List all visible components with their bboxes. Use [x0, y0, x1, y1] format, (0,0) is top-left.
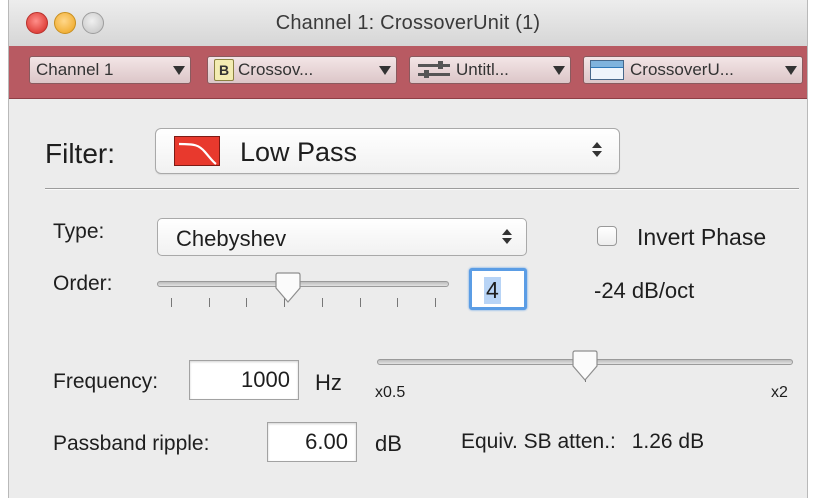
preset-popup-label: Untitl... — [456, 60, 509, 79]
plugin-window: Channel 1: CrossoverUnit (1) Channel 1 B… — [8, 0, 808, 498]
filter-value: Low Pass — [240, 137, 358, 167]
slope-readout: -24 dB/oct — [594, 278, 695, 303]
low-pass-curve-icon — [174, 136, 220, 166]
order-field[interactable]: 4 — [469, 268, 527, 310]
type-label: Type: — [53, 220, 105, 243]
frequency-unit: Hz — [315, 370, 342, 395]
stopband-atten-label: Equiv. SB atten.: 1.26 dB — [461, 430, 704, 454]
passband-ripple-label: Passband ripple: — [53, 432, 210, 455]
plugin-popup-label: Crossov... — [238, 60, 314, 79]
type-value: Chebyshev — [176, 226, 287, 251]
chevron-down-icon — [173, 66, 185, 75]
filter-popup[interactable]: Low Pass — [155, 128, 620, 174]
order-slider-tick — [171, 298, 172, 307]
order-slider-tick — [321, 298, 323, 307]
plugin-badge-icon: B — [214, 59, 234, 81]
preset-popup[interactable]: Untitl... — [409, 56, 571, 84]
order-slider-tick — [435, 298, 436, 307]
chevron-down-icon — [785, 66, 797, 75]
view-popup-label: CrossoverU... — [630, 60, 734, 79]
stopband-atten-caption: Equiv. SB atten.: — [461, 430, 616, 453]
stopband-atten-value: 1.26 dB — [631, 430, 705, 453]
updown-arrows-icon — [592, 142, 602, 157]
preset-sliders-icon — [416, 60, 452, 80]
window-icon — [590, 60, 624, 80]
channel-popup[interactable]: Channel 1 — [29, 56, 191, 84]
plugin-toolbar: Channel 1 B Crossov... Untitl... Crossov… — [9, 46, 807, 99]
plugin-popup[interactable]: B Crossov... — [207, 56, 397, 84]
order-label: Order: — [53, 272, 113, 295]
order-slider-track[interactable] — [157, 281, 449, 287]
order-slider-tick — [397, 298, 399, 307]
window-title: Channel 1: CrossoverUnit (1) — [275, 12, 541, 34]
invert-phase-label[interactable]: Invert Phase — [637, 224, 766, 251]
view-popup[interactable]: CrossoverU... — [583, 56, 803, 84]
order-slider-knob[interactable] — [274, 272, 302, 304]
channel-popup-label: Channel 1 — [36, 60, 114, 79]
invert-phase-checkbox[interactable] — [597, 226, 617, 246]
order-slider-tick — [359, 298, 361, 307]
frequency-value: 1000 — [241, 367, 290, 392]
chevron-down-icon — [379, 66, 391, 75]
order-slider-tick — [208, 298, 210, 307]
filter-label: Filter: — [45, 138, 115, 169]
section-divider — [45, 188, 799, 190]
title-bar[interactable]: Channel 1: CrossoverUnit (1) — [9, 0, 807, 47]
frequency-min-label: x0.5 — [375, 384, 406, 401]
order-value: 4 — [484, 277, 501, 304]
passband-ripple-unit: dB — [375, 431, 402, 456]
type-popup[interactable]: Chebyshev — [157, 218, 527, 256]
chevron-down-icon — [553, 66, 565, 75]
frequency-field[interactable]: 1000 — [189, 360, 299, 400]
updown-arrows-icon — [502, 229, 512, 244]
passband-ripple-field[interactable]: 6.00 — [267, 422, 357, 462]
order-slider-tick — [246, 298, 248, 307]
frequency-slider-knob[interactable] — [571, 350, 599, 382]
passband-ripple-value: 6.00 — [305, 429, 348, 454]
frequency-max-label: x2 — [771, 384, 788, 401]
frequency-label: Frequency: — [53, 370, 159, 393]
